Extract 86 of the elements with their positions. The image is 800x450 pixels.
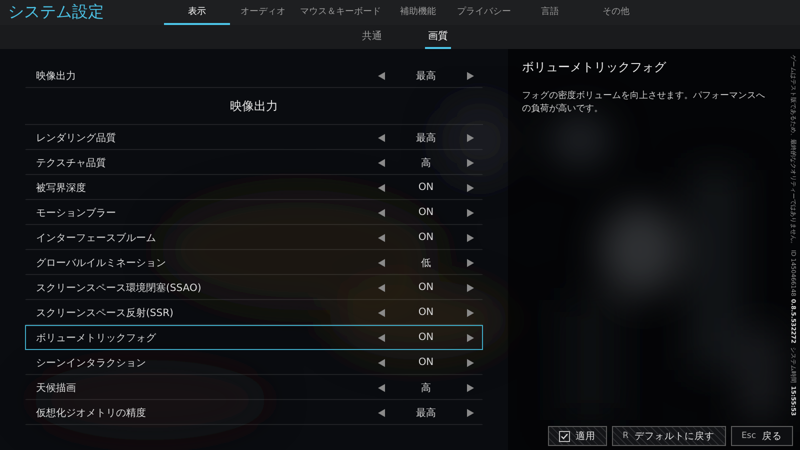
left-arrow-icon[interactable]	[378, 158, 385, 166]
right-arrow-icon[interactable]	[467, 234, 474, 242]
setting-label: レンダリング品質	[36, 132, 117, 144]
tab[interactable]: その他	[583, 0, 649, 25]
left-arrow-icon[interactable]	[378, 358, 385, 366]
setting-value: ON	[417, 332, 435, 343]
sub-tab[interactable]: 画質	[425, 25, 451, 49]
setting-value: 最高	[415, 132, 437, 144]
right-arrow-icon[interactable]	[467, 308, 474, 316]
right-arrow-icon[interactable]	[467, 258, 474, 266]
setting-row[interactable]: レンダリング品質 最高	[25, 125, 483, 150]
section-heading: 映像出力	[230, 98, 278, 114]
setting-label: 映像出力	[36, 70, 77, 82]
setting-value: 最高	[415, 70, 437, 82]
right-arrow-icon[interactable]	[467, 334, 474, 342]
button-label: 戻る	[762, 430, 782, 442]
setting-value: 高	[420, 382, 432, 394]
tab[interactable]: プライバシー	[451, 0, 517, 25]
setting-value: 高	[420, 156, 432, 170]
setting-label: モーションブラー	[36, 206, 117, 220]
left-arrow-icon[interactable]	[378, 208, 385, 216]
detail-description: フォグの密度ボリュームを向上させます。パフォーマンスへの負荷が高いです。	[522, 90, 766, 116]
left-arrow-icon[interactable]	[378, 408, 385, 416]
tab[interactable]: オーディオ	[230, 0, 296, 25]
tab[interactable]: 補助機能	[385, 0, 451, 25]
right-arrow-icon[interactable]	[467, 358, 474, 366]
setting-value: ON	[417, 182, 435, 193]
left-arrow-icon[interactable]	[378, 234, 385, 242]
back-button[interactable]: Esc 戻る	[730, 426, 793, 446]
setting-value: 最高	[415, 406, 437, 420]
setting-row[interactable]: テクスチャ品質 高	[25, 150, 483, 175]
setting-label: スクリーンスペース反射(SSR)	[36, 306, 174, 320]
setting-value: ON	[417, 282, 435, 293]
key-hint: Esc	[742, 431, 756, 441]
setting-label: 被写界深度	[36, 182, 87, 194]
setting-row[interactable]: スクリーンスペース反射(SSR) ON	[25, 300, 483, 325]
right-arrow-icon[interactable]	[467, 384, 474, 392]
setting-value: ON	[417, 232, 435, 243]
left-arrow-icon[interactable]	[378, 284, 385, 292]
tab[interactable]: 言語	[517, 0, 583, 25]
setting-value: ON	[417, 357, 435, 368]
setting-value: 低	[420, 256, 432, 270]
right-arrow-icon[interactable]	[467, 184, 474, 192]
setting-label: 天候描画	[36, 382, 77, 394]
reset-button[interactable]: R デフォルトに戻す	[612, 426, 726, 446]
setting-row[interactable]: インターフェースブルーム ON	[25, 225, 483, 250]
setting-row[interactable]: 被写界深度 ON	[25, 175, 483, 200]
right-arrow-icon[interactable]	[467, 408, 474, 416]
apply-button[interactable]: 適用	[548, 426, 607, 446]
checkbox-icon	[558, 430, 570, 442]
key-hint: R	[622, 431, 629, 441]
setting-row[interactable]: グローバルイルミネーション 低	[25, 250, 483, 275]
setting-label: スクリーンスペース環境閉塞(SSAO)	[36, 282, 202, 294]
setting-row[interactable]: シーンインタラクション ON	[25, 350, 483, 375]
setting-row[interactable]: スクリーンスペース環境閉塞(SSAO) ON	[25, 275, 483, 300]
left-arrow-icon[interactable]	[378, 72, 385, 80]
sub-tab[interactable]: 共通	[359, 25, 385, 49]
button-label: デフォルトに戻す	[634, 430, 715, 442]
setting-value: ON	[417, 207, 435, 218]
setting-row[interactable]: 天候描画 高	[25, 375, 483, 400]
setting-row[interactable]: ボリューメトリックフォグ ON	[25, 325, 483, 350]
page-title: システム設定	[7, 1, 105, 23]
tab[interactable]: マウス＆キーボード	[296, 0, 385, 25]
left-arrow-icon[interactable]	[378, 308, 385, 316]
setting-row[interactable]: 仮想化ジオメトリの精度 最高	[25, 400, 483, 425]
right-arrow-icon[interactable]	[467, 208, 474, 216]
right-arrow-icon[interactable]	[467, 72, 474, 80]
setting-label: テクスチャ品質	[36, 156, 107, 170]
setting-row[interactable]: 映像出力 最高	[25, 63, 483, 88]
left-arrow-icon[interactable]	[378, 258, 385, 266]
left-arrow-icon[interactable]	[378, 384, 385, 392]
setting-row[interactable]: モーションブラー ON	[25, 200, 483, 225]
setting-label: インターフェースブルーム	[36, 232, 157, 244]
setting-label: グローバルイルミネーション	[36, 256, 167, 270]
setting-label: シーンインタラクション	[36, 356, 147, 370]
left-arrow-icon[interactable]	[378, 134, 385, 142]
left-arrow-icon[interactable]	[378, 184, 385, 192]
button-label: 適用	[576, 430, 596, 442]
detail-title: ボリューメトリックフォグ	[522, 59, 668, 76]
setting-label: ボリューメトリックフォグ	[36, 332, 157, 344]
right-arrow-icon[interactable]	[467, 134, 474, 142]
setting-value: ON	[417, 307, 435, 318]
left-arrow-icon[interactable]	[378, 334, 385, 342]
setting-label: 仮想化ジオメトリの精度	[36, 406, 147, 420]
right-arrow-icon[interactable]	[467, 158, 474, 166]
right-arrow-icon[interactable]	[467, 284, 474, 292]
